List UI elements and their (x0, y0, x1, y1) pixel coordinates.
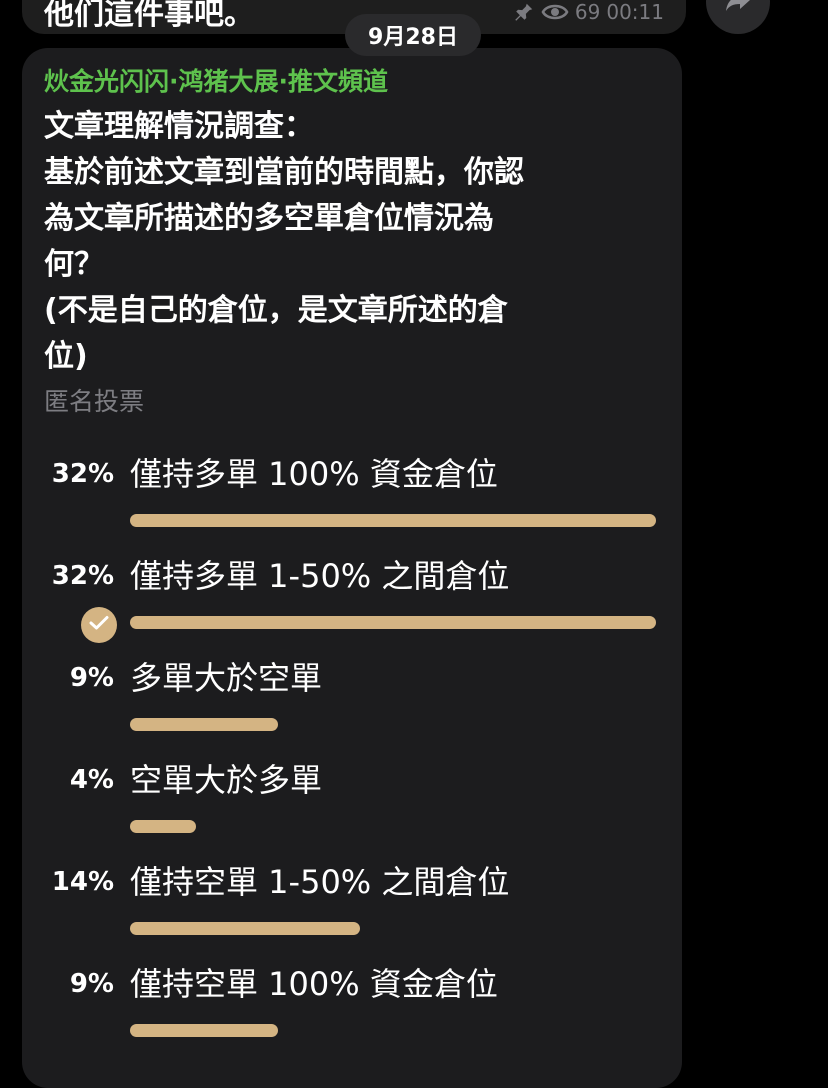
eye-icon (541, 1, 569, 23)
poll-question-line: 文章理解情況調查： (44, 109, 314, 144)
poll-question-line: 基於前述文章到當前的時間點，你認 (44, 155, 524, 190)
poll-option[interactable]: 4% 空單大於多單 (22, 758, 682, 858)
option-percent: 14% (51, 867, 114, 897)
option-percent: 9% (69, 969, 114, 999)
option-label: 僅持空單 1-50% 之間倉位 (130, 863, 510, 901)
selected-badge (81, 607, 117, 643)
poll-question-line: 位) (44, 339, 88, 374)
pin-icon (513, 1, 535, 23)
option-result-bar (130, 718, 278, 731)
channel-name[interactable]: 炏金光闪闪·鸿猪大展·推文頻道 (44, 62, 388, 98)
check-icon (89, 615, 109, 635)
option-label: 僅持多單 100% 資金倉位 (130, 455, 498, 493)
poll-question: 文章理解情況調查： 基於前述文章到當前的時間點，你認 為文章所描述的多空單倉位情… (44, 104, 624, 380)
date-separator: 9月28日 (345, 14, 481, 56)
option-result-bar (130, 922, 360, 935)
poll-option[interactable]: 9% 僅持空單 100% 資金倉位 (22, 962, 682, 1062)
share-icon (723, 0, 753, 19)
option-percent: 9% (69, 663, 114, 693)
option-label: 僅持多單 1-50% 之間倉位 (130, 557, 510, 595)
option-percent: 4% (69, 765, 114, 795)
poll-message-bubble: 炏金光闪闪·鸿猪大展·推文頻道 文章理解情況調查： 基於前述文章到當前的時間點，… (22, 48, 682, 1088)
option-label: 多單大於空單 (130, 659, 323, 697)
share-button[interactable] (706, 0, 770, 34)
poll-option[interactable]: 9% 多單大於空單 (22, 656, 682, 756)
poll-question-line: 何？ (44, 247, 104, 282)
option-label: 空單大於多單 (130, 761, 323, 799)
poll-question-line: 為文章所描述的多空單倉位情況為 (44, 201, 494, 236)
view-count: 69 (574, 0, 601, 24)
option-result-bar (130, 820, 196, 833)
poll-option[interactable]: 32% 僅持多單 100% 資金倉位 (22, 452, 682, 552)
message-meta: 69 00:11 (513, 0, 664, 24)
option-result-bar (130, 616, 656, 629)
poll-option[interactable]: 32% 僅持多單 1-50% 之間倉位 (22, 554, 682, 654)
message-time: 00:11 (606, 0, 664, 24)
option-label: 僅持空單 100% 資金倉位 (130, 965, 498, 1003)
option-percent: 32% (51, 459, 114, 489)
previous-message-text: 他们這件事吧。 (44, 0, 254, 32)
poll-type-label: 匿名投票 (44, 387, 145, 416)
option-result-bar (130, 514, 656, 527)
poll-option[interactable]: 14% 僅持空單 1-50% 之間倉位 (22, 860, 682, 960)
option-percent: 32% (51, 561, 114, 591)
option-result-bar (130, 1024, 278, 1037)
poll-question-line: (不是自己的倉位，是文章所述的倉 (44, 293, 508, 328)
